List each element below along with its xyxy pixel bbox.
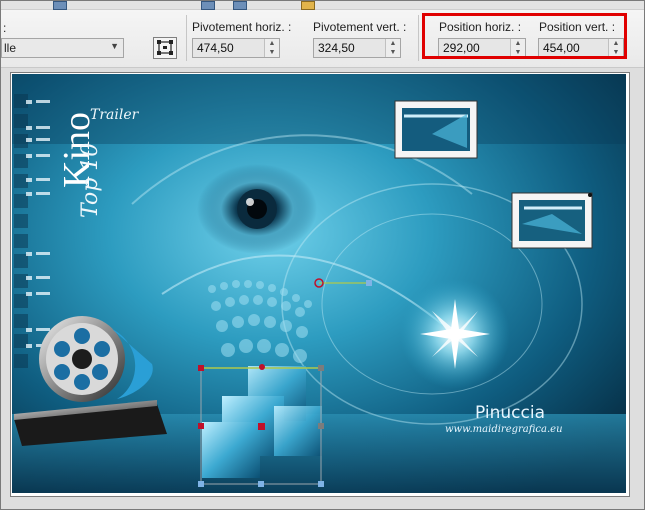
selection-handle[interactable] bbox=[259, 364, 265, 370]
toolbar-icon[interactable] bbox=[233, 1, 247, 10]
signature: Pinuccia bbox=[475, 403, 545, 423]
pivot-horizontal-value: 474,50 bbox=[197, 41, 234, 55]
pick-tool-button[interactable] bbox=[153, 37, 177, 59]
toolbar-separator bbox=[418, 15, 419, 61]
rotation-pivot-marker[interactable] bbox=[258, 423, 265, 430]
starburst bbox=[400, 279, 510, 389]
toolbar-top-strip bbox=[1, 1, 644, 10]
pick-tool-icon bbox=[157, 40, 173, 55]
pivot-vertical-field[interactable]: 324,50 ▲ ▼ bbox=[313, 38, 401, 58]
spin-arrows-icon[interactable]: ▲ ▼ bbox=[264, 39, 279, 57]
tool-options-bar: : lle ▼ Pivotement horiz. : 474,50 ▲ ▼ Pi… bbox=[1, 1, 644, 68]
mode-dropdown[interactable]: lle ▼ bbox=[1, 38, 124, 58]
photo-frame-top[interactable] bbox=[394, 100, 478, 159]
toolbar-icon[interactable] bbox=[301, 1, 315, 10]
pivot-horizontal-field[interactable]: 474,50 ▲ ▼ bbox=[192, 38, 280, 58]
mode-label: : bbox=[3, 21, 7, 35]
website-watermark: www.maidiregrafica.eu bbox=[445, 424, 563, 435]
pivot-vertical-label: Pivotement vert. : bbox=[313, 20, 407, 34]
selection-handle[interactable] bbox=[198, 481, 204, 487]
selection-handle[interactable] bbox=[198, 365, 204, 371]
pivot-horizontal-label: Pivotement horiz. : bbox=[192, 20, 292, 34]
pivot-vertical-value: 324,50 bbox=[318, 41, 355, 55]
mode-dropdown-value: lle bbox=[4, 41, 17, 55]
eye bbox=[197, 164, 317, 254]
selection-handle[interactable] bbox=[318, 481, 324, 487]
selection-handle[interactable] bbox=[318, 365, 324, 371]
highlight-box bbox=[422, 13, 627, 59]
toolbar-icon[interactable] bbox=[201, 1, 215, 10]
selection-handle[interactable] bbox=[198, 423, 204, 429]
title-trailer: Trailer bbox=[90, 107, 139, 123]
toolbar-icon[interactable] bbox=[53, 1, 67, 10]
selection-handle[interactable] bbox=[318, 423, 324, 429]
selection-handle[interactable] bbox=[258, 481, 264, 487]
toolbar-separator bbox=[186, 15, 187, 61]
photo-frame-right[interactable] bbox=[511, 192, 593, 249]
title-top-10: Top 10 bbox=[78, 142, 103, 218]
chevron-down-icon: ▼ bbox=[110, 41, 119, 51]
spin-arrows-icon[interactable]: ▲ ▼ bbox=[385, 39, 400, 57]
